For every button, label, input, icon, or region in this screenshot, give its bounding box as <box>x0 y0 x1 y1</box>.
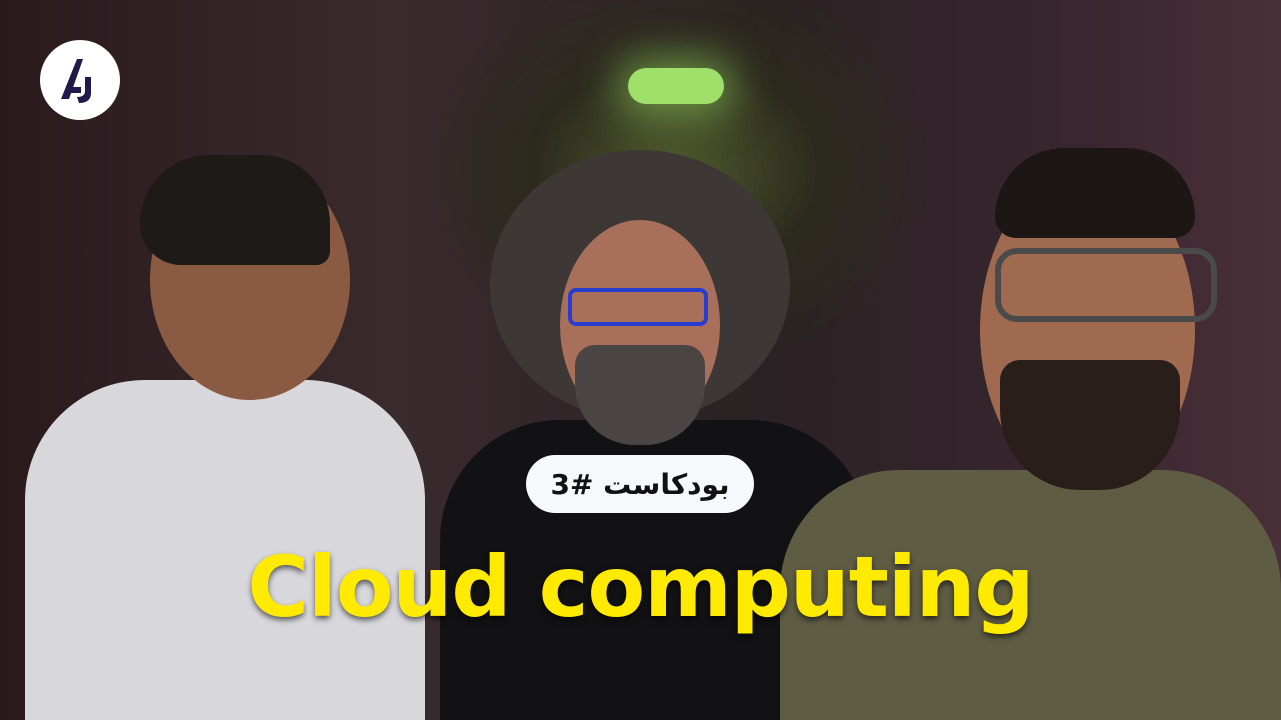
channel-logo <box>40 40 120 120</box>
ceiling-lamp <box>628 68 724 104</box>
aj-logo-icon <box>61 59 91 103</box>
thumbnail-title: Cloud computing <box>247 538 1034 636</box>
episode-badge: بودکاست #3 <box>526 455 754 513</box>
